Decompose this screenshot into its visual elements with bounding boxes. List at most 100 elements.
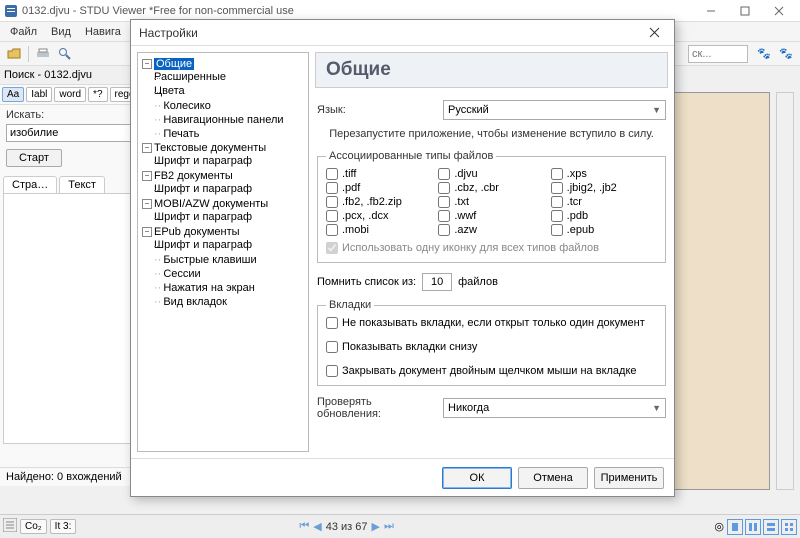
tabs-opt1[interactable]: Не показывать вкладки, если открыт тольк… (326, 317, 657, 329)
remember-count-input[interactable] (422, 273, 452, 291)
maximize-button[interactable] (728, 0, 762, 22)
menu-view[interactable]: Вид (45, 24, 77, 40)
preview-scrollbar[interactable] (776, 92, 794, 490)
view-double-icon[interactable] (745, 519, 761, 535)
search-opt-whole[interactable]: word (54, 87, 86, 102)
ft-fb2[interactable]: .fb2, .fb2.zip (326, 196, 432, 208)
tree-node-mobi-font[interactable]: Шрифт и параграф (140, 211, 306, 223)
status-bar: Co₂ It 3: ⏮ ◀ 43 из 67 ▶ ⏭ ◎ (0, 514, 800, 538)
ft-tcr[interactable]: .tcr (551, 196, 657, 208)
tree-node-sessions[interactable]: ··Сессии (140, 268, 306, 280)
ft-wwf[interactable]: .wwf (438, 210, 544, 222)
view-mode-icons (727, 519, 797, 535)
search-opt-wildcard[interactable]: *? (88, 87, 107, 102)
target-icon[interactable]: ◎ (714, 520, 724, 533)
ft-epub[interactable]: .epub (551, 224, 657, 236)
tree-node-fb2-font[interactable]: Шрифт и параграф (140, 183, 306, 195)
ok-button[interactable]: ОК (442, 467, 512, 489)
search-icon[interactable] (55, 45, 75, 63)
ft-jbig2[interactable]: .jbig2, .jb2 (551, 182, 657, 194)
apply-button[interactable]: Применить (594, 467, 664, 489)
tree-node-general[interactable]: −Общие (140, 58, 306, 70)
separator (28, 46, 29, 62)
language-select[interactable]: Русский ▼ (443, 100, 666, 120)
ft-pdb[interactable]: .pdb (551, 210, 657, 222)
page-navigation: ⏮ ◀ 43 из 67 ▶ ⏭ (299, 520, 394, 533)
settings-dialog: Настройки −Общие Расширенные Цвета ··Кол… (130, 19, 675, 497)
one-icon-checkbox: Использовать одну иконку для всех типов … (326, 242, 657, 254)
search-opt-word[interactable]: Iabl (26, 87, 52, 102)
tree-node-textdocs[interactable]: −Текстовые документы (140, 142, 306, 154)
ft-xps[interactable]: .xps (551, 168, 657, 180)
tree-node-extended[interactable]: Расширенные (140, 71, 306, 83)
close-window-button[interactable] (762, 0, 796, 22)
nav-first-icon[interactable]: ⏮ (299, 520, 309, 533)
view-grid-icon[interactable] (781, 519, 797, 535)
tree-node-print[interactable]: ··Печать (140, 128, 306, 140)
cancel-button[interactable]: Отмена (518, 467, 588, 489)
ft-txt[interactable]: .txt (438, 196, 544, 208)
restart-hint: Перезапустите приложение, чтобы изменени… (315, 128, 668, 140)
tab-text[interactable]: Текст (59, 176, 105, 193)
nav-prev-icon[interactable]: ◀ (313, 520, 321, 533)
filetypes-legend: Ассоциированные типы файлов (326, 150, 496, 162)
toc-icon[interactable] (3, 518, 17, 535)
open-icon[interactable] (4, 45, 24, 63)
dialog-close-button[interactable] (642, 23, 666, 43)
tabs-opt3[interactable]: Закрывать документ двойным щелчком мыши … (326, 365, 657, 377)
tree-node-screentap[interactable]: ··Нажатия на экран (140, 282, 306, 294)
language-label: Язык: (317, 104, 437, 116)
tree-node-wheel[interactable]: ··Колесико (140, 100, 306, 112)
updates-label: Проверять обновления: (317, 396, 437, 420)
tabs-opt2[interactable]: Показывать вкладки снизу (326, 341, 657, 353)
nav-next-icon[interactable]: ▶ (372, 520, 380, 533)
menu-nav[interactable]: Навига (79, 24, 127, 40)
settings-tree[interactable]: −Общие Расширенные Цвета ··Колесико ··На… (137, 52, 309, 452)
tree-node-colors[interactable]: Цвета (140, 85, 306, 97)
menu-file[interactable]: Файл (4, 24, 43, 40)
bookmark-icon[interactable]: 🐾 (754, 45, 774, 63)
filetypes-fieldset: Ассоциированные типы файлов .tiff .djvu … (317, 150, 666, 263)
page-indicator: 43 из 67 (326, 521, 368, 533)
tabs-fieldset: Вкладки Не показывать вкладки, если откр… (317, 299, 666, 386)
ft-azw[interactable]: .azw (438, 224, 544, 236)
tree-node-epub[interactable]: −EPub документы (140, 226, 306, 238)
tree-node-fb2[interactable]: −FB2 документы (140, 170, 306, 182)
nav-last-icon[interactable]: ⏭ (384, 520, 394, 533)
badge-co2[interactable]: Co₂ (20, 519, 47, 534)
view-contin-icon[interactable] (763, 519, 779, 535)
toolbar-search-input[interactable] (688, 45, 748, 63)
tree-node-tabsview[interactable]: ··Вид вкладок (140, 296, 306, 308)
tree-node-navpanels[interactable]: ··Навигационные панели (140, 114, 306, 126)
remember-label-pre: Помнить список из: (317, 276, 416, 288)
document-page-preview[interactable] (662, 92, 770, 490)
tab-pages[interactable]: Стра… (3, 176, 57, 193)
ft-pdf[interactable]: .pdf (326, 182, 432, 194)
language-value: Русский (448, 104, 489, 116)
badge-it3[interactable]: It 3: (50, 519, 77, 534)
ft-mobi[interactable]: .mobi (326, 224, 432, 236)
updates-select[interactable]: Никогда ▼ (443, 398, 666, 418)
chevron-down-icon: ▼ (652, 403, 661, 413)
tree-node-text-font[interactable]: Шрифт и параграф (140, 155, 306, 167)
ft-tiff[interactable]: .tiff (326, 168, 432, 180)
ft-djvu[interactable]: .djvu (438, 168, 544, 180)
window-title: 0132.djvu - STDU Viewer *Free for non-co… (22, 5, 694, 17)
tabs-legend: Вкладки (326, 299, 374, 311)
dialog-button-row: ОК Отмена Применить (131, 458, 674, 496)
bookmark2-icon[interactable]: 🐾 (776, 45, 796, 63)
tree-node-mobi[interactable]: −MOBI/AZW документы (140, 198, 306, 210)
minimize-button[interactable] (694, 0, 728, 22)
search-start-button[interactable]: Старт (6, 149, 62, 167)
tree-node-hotkeys[interactable]: ··Быстрые клавиши (140, 254, 306, 266)
ft-pcx[interactable]: .pcx, .dcx (326, 210, 432, 222)
window-controls (694, 0, 796, 22)
view-single-icon[interactable] (727, 519, 743, 535)
ft-cbz[interactable]: .cbz, .cbr (438, 182, 544, 194)
dialog-titlebar: Настройки (131, 20, 674, 46)
dialog-title: Настройки (139, 26, 642, 40)
print-icon[interactable] (33, 45, 53, 63)
tree-node-epub-font[interactable]: Шрифт и параграф (140, 239, 306, 251)
chevron-down-icon: ▼ (652, 105, 661, 115)
search-opt-case[interactable]: Aa (2, 87, 24, 102)
